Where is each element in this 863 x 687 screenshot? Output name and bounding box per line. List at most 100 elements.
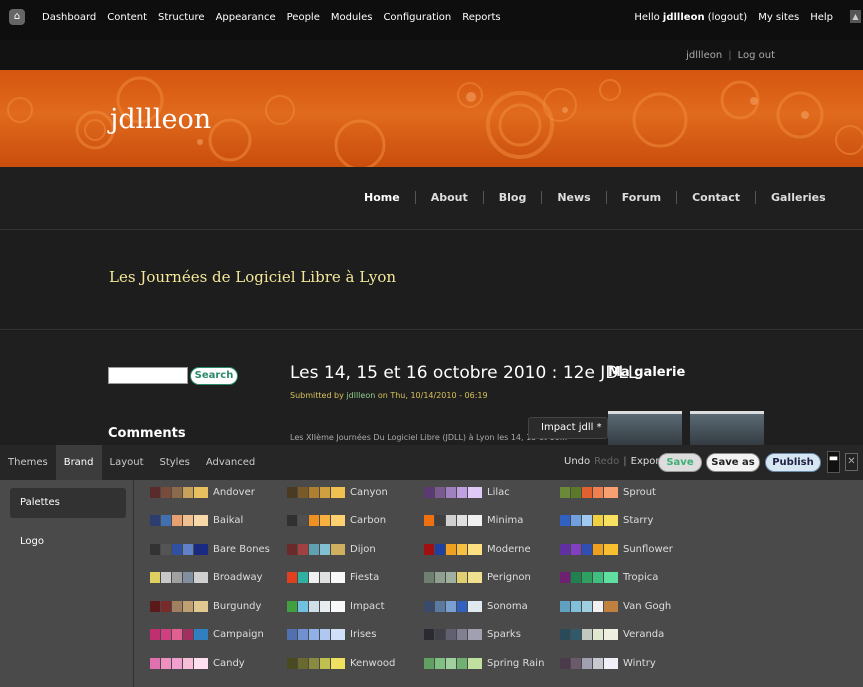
save-as-button[interactable]: Save as xyxy=(706,453,760,472)
toolbar-logout-link[interactable]: (logout) xyxy=(708,12,747,23)
palette-swatch xyxy=(468,515,482,526)
minimize-icon[interactable]: ▬ xyxy=(827,451,840,473)
palette-sonoma[interactable]: Sonoma xyxy=(424,599,528,613)
sidebar-item-palettes[interactable]: Palettes xyxy=(10,488,126,518)
palette-swatch xyxy=(604,600,618,612)
menu-content[interactable]: Content xyxy=(107,12,147,23)
publish-button[interactable]: Publish xyxy=(765,453,821,472)
menu-reports[interactable]: Reports xyxy=(462,12,500,23)
palette-swatch xyxy=(309,515,319,526)
tab-brand[interactable]: Brand xyxy=(55,445,102,480)
site-name[interactable]: jdllleon xyxy=(110,104,211,135)
palette-fiesta[interactable]: Fiesta xyxy=(287,571,379,585)
palette-swatch xyxy=(331,657,345,669)
palette-swatch xyxy=(571,657,581,669)
search-button[interactable]: Search xyxy=(190,367,238,385)
palette-name: Starry xyxy=(623,515,654,526)
menu-structure[interactable]: Structure xyxy=(158,12,205,23)
collapse-toolbar-icon[interactable]: ▲ xyxy=(850,10,861,23)
palette-swatch xyxy=(161,543,171,555)
palette-irises[interactable]: Irises xyxy=(287,628,376,642)
palette-swatch xyxy=(287,543,297,555)
tab-advanced[interactable]: Advanced xyxy=(198,445,263,480)
nav-forum[interactable]: Forum xyxy=(605,191,676,204)
palette-andover[interactable]: Andover xyxy=(150,485,255,499)
theme-builder-toolbar: Themes Brand Layout Styles Advanced Undo… xyxy=(0,445,863,480)
nav-blog[interactable]: Blog xyxy=(482,191,542,204)
menu-people[interactable]: People xyxy=(287,12,320,23)
menu-appearance[interactable]: Appearance xyxy=(216,12,276,23)
greeting: Hello jdllleon (logout) xyxy=(634,12,747,23)
menu-dashboard[interactable]: Dashboard xyxy=(42,12,96,23)
sidebar-item-logo[interactable]: Logo xyxy=(10,527,126,557)
palette-candy[interactable]: Candy xyxy=(150,656,245,670)
my-sites-link[interactable]: My sites xyxy=(758,12,799,23)
palette-swatch xyxy=(446,515,456,526)
tab-styles[interactable]: Styles xyxy=(152,445,198,480)
palette-kenwood[interactable]: Kenwood xyxy=(287,656,395,670)
user-link[interactable]: jdllleon xyxy=(686,50,722,61)
palette-minima[interactable]: Minima xyxy=(424,514,523,528)
palette-impact[interactable]: Impact xyxy=(287,599,385,613)
article-title[interactable]: Les 14, 15 et 16 octobre 2010 : 12e JDLL xyxy=(290,363,637,383)
nav-about[interactable]: About xyxy=(414,191,483,204)
undo-button[interactable]: Undo xyxy=(564,456,590,467)
gallery-thumbnail[interactable] xyxy=(608,411,682,445)
nav-contact[interactable]: Contact xyxy=(676,191,755,204)
palette-veranda[interactable]: Veranda xyxy=(560,628,664,642)
palette-dijon[interactable]: Dijon xyxy=(287,542,376,556)
palette-sprout[interactable]: Sprout xyxy=(560,485,656,499)
nav-home[interactable]: Home xyxy=(349,191,415,204)
toolbar-username[interactable]: jdllleon xyxy=(663,12,705,23)
palette-starry[interactable]: Starry xyxy=(560,514,653,528)
palette-campaign[interactable]: Campaign xyxy=(150,628,264,642)
search-input[interactable] xyxy=(108,367,188,384)
palette-swatch xyxy=(446,543,456,555)
palette-van-gogh[interactable]: Van Gogh xyxy=(560,599,671,613)
home-icon[interactable]: ⌂ xyxy=(9,9,25,25)
menu-configuration[interactable]: Configuration xyxy=(383,12,451,23)
palette-name: Campaign xyxy=(213,629,264,640)
palette-swatch xyxy=(194,515,208,526)
palette-moderne[interactable]: Moderne xyxy=(424,542,531,556)
palette-swatch xyxy=(560,657,570,669)
palette-burgundy[interactable]: Burgundy xyxy=(150,599,261,613)
palette-swatch xyxy=(593,600,603,612)
palette-broadway[interactable]: Broadway xyxy=(150,571,263,585)
menu-modules[interactable]: Modules xyxy=(331,12,373,23)
redo-button[interactable]: Redo xyxy=(594,456,619,467)
palette-sunflower[interactable]: Sunflower xyxy=(560,542,673,556)
palette-swatch xyxy=(150,543,160,555)
logout-link[interactable]: Log out xyxy=(738,50,775,61)
save-button[interactable]: Save xyxy=(658,453,702,472)
palette-swatch xyxy=(298,657,308,669)
palette-sparks[interactable]: Sparks xyxy=(424,628,521,642)
tab-themes[interactable]: Themes xyxy=(0,445,56,480)
palette-swatch xyxy=(435,515,445,526)
submitted-prefix: Submitted by xyxy=(290,391,344,400)
palette-name: Sunflower xyxy=(623,543,673,555)
author-link[interactable]: jdllleon xyxy=(346,391,375,400)
palette-lilac[interactable]: Lilac xyxy=(424,485,510,499)
palette-swatch xyxy=(287,657,297,669)
gallery-thumbnail[interactable] xyxy=(690,411,764,445)
palette-swatch xyxy=(331,600,345,612)
palette-wintry[interactable]: Wintry xyxy=(560,656,656,670)
palette-swatch xyxy=(446,600,456,612)
palette-canyon[interactable]: Canyon xyxy=(287,485,388,499)
palette-carbon[interactable]: Carbon xyxy=(287,514,386,528)
palette-perignon[interactable]: Perignon xyxy=(424,571,531,585)
close-icon[interactable]: ✕ xyxy=(845,453,858,471)
tab-layout[interactable]: Layout xyxy=(102,445,152,480)
palette-swatch xyxy=(161,515,171,526)
palette-bare-bones[interactable]: Bare Bones xyxy=(150,542,270,556)
nav-galleries[interactable]: Galleries xyxy=(754,191,841,204)
palette-swatch xyxy=(309,657,319,669)
nav-news[interactable]: News xyxy=(541,191,605,204)
palette-spring-rain[interactable]: Spring Rain xyxy=(424,656,544,670)
palette-baikal[interactable]: Baikal xyxy=(150,514,243,528)
palette-swatch xyxy=(593,629,603,640)
help-link[interactable]: Help xyxy=(810,12,833,23)
palette-tropica[interactable]: Tropica xyxy=(560,571,658,585)
palette-swatch xyxy=(446,657,456,669)
